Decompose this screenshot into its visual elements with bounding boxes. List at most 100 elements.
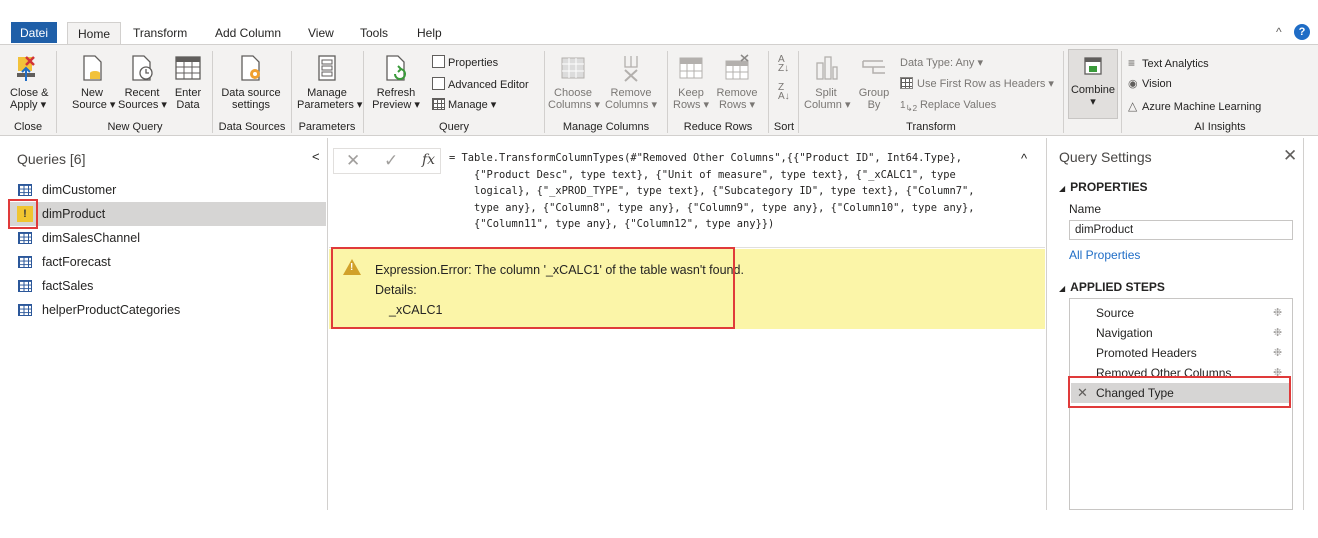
data-type-dropdown[interactable]: Data Type: Any ▾	[900, 56, 983, 69]
replace-values-button[interactable]: 1↳2 Replace Values	[900, 99, 996, 113]
cancel-formula-icon[interactable]: ✕	[346, 151, 360, 171]
formula-controls: ✕ ✓ fx	[333, 148, 441, 174]
group-by-label-2: By	[867, 99, 881, 111]
remove-columns-button[interactable]: Remove Columns ▾	[604, 53, 658, 111]
replace-values-icon: 1↳2	[900, 100, 918, 113]
table-header-icon	[900, 77, 913, 89]
properties-button[interactable]: Properties	[432, 55, 498, 69]
data-source-settings-icon	[241, 55, 260, 81]
gear-icon[interactable]: ❉	[1273, 343, 1282, 363]
sort-descending-icon: Z A↓	[778, 82, 790, 102]
ribbon-separator	[667, 51, 668, 133]
new-source-label-1: New	[80, 87, 103, 99]
refresh-preview-button[interactable]: Refresh Preview ▾	[368, 53, 424, 111]
tab-add-column[interactable]: Add Column	[215, 22, 281, 44]
fx-icon[interactable]: fx	[422, 152, 435, 168]
properties-icon	[432, 55, 445, 68]
data-source-settings-button[interactable]: Data source settings	[218, 53, 284, 111]
choose-columns-label-1: Choose	[554, 87, 592, 99]
help-icon[interactable]: ?	[1294, 24, 1310, 40]
tab-file[interactable]: Datei	[11, 22, 57, 43]
query-item-dimsaleschannel[interactable]: dimSalesChannel	[10, 226, 326, 250]
close-apply-label-1: Close &	[10, 87, 49, 99]
properties-header[interactable]: ◢ PROPERTIES	[1059, 180, 1148, 194]
tab-help[interactable]: Help	[417, 22, 442, 44]
keep-rows-button[interactable]: Keep Rows ▾	[673, 53, 709, 111]
new-source-icon	[83, 55, 102, 81]
collapse-formula-icon[interactable]: ^	[1021, 151, 1027, 166]
step-navigation[interactable]: Navigation ❉	[1071, 323, 1291, 343]
split-column-button[interactable]: Split Column ▾	[804, 53, 850, 111]
query-item-factforecast[interactable]: factForecast	[10, 250, 326, 274]
queries-pane: Queries [6] < dimCustomer ! dimProduct d…	[0, 138, 328, 510]
query-name-input[interactable]	[1069, 220, 1293, 240]
table-icon	[18, 232, 32, 244]
step-promoted-headers[interactable]: Promoted Headers ❉	[1071, 343, 1291, 363]
vision-button[interactable]: ◉ Vision	[1128, 77, 1172, 90]
azure-ml-button[interactable]: △ Azure Machine Learning	[1128, 99, 1261, 113]
advanced-editor-button[interactable]: Advanced Editor	[432, 77, 529, 91]
enter-data-label-2: Data	[176, 99, 200, 111]
applied-steps-header[interactable]: ◢ APPLIED STEPS	[1059, 280, 1165, 294]
recent-sources-label-1: Recent	[124, 87, 160, 99]
choose-columns-icon	[561, 57, 585, 79]
query-item-dimcustomer[interactable]: dimCustomer	[10, 178, 326, 202]
collapse-queries-icon[interactable]: <	[312, 149, 320, 164]
step-name: Source	[1096, 306, 1135, 320]
manage-label: Manage ▾	[448, 99, 497, 111]
ribbon-separator	[212, 51, 213, 133]
choose-columns-button[interactable]: Choose Columns ▾	[548, 53, 600, 111]
vision-label: Vision	[1142, 78, 1172, 90]
close-apply-label-2: Apply ▾	[10, 99, 47, 111]
combine-label: Combine	[1070, 84, 1116, 96]
refresh-preview-label-2: Preview ▾	[372, 99, 420, 111]
ribbon-separator	[798, 51, 799, 133]
manage-button[interactable]: Manage ▾	[432, 98, 496, 111]
recent-sources-button[interactable]: Recent Sources ▾	[118, 53, 167, 111]
use-first-row-headers-label: Use First Row as Headers ▾	[917, 78, 1054, 90]
sort-ascending-button[interactable]: A Z↓	[778, 55, 789, 74]
group-by-button[interactable]: Group By	[854, 53, 894, 111]
keep-rows-label-1: Keep	[678, 87, 704, 99]
keep-rows-icon	[679, 57, 703, 79]
query-name: dimProduct	[42, 207, 106, 221]
enter-data-button[interactable]: Enter Data	[172, 53, 204, 111]
query-item-factsales[interactable]: factSales	[10, 274, 326, 298]
data-type-label: Data Type: Any ▾	[900, 57, 983, 69]
manage-parameters-icon	[318, 55, 336, 81]
tab-tools[interactable]: Tools	[360, 22, 388, 44]
step-name: Navigation	[1096, 326, 1153, 340]
formula-input[interactable]: = Table.TransformColumnTypes(#"Removed O…	[449, 150, 1009, 233]
text-analytics-button[interactable]: ≡ Text Analytics	[1128, 56, 1209, 70]
manage-parameters-label-2: Parameters ▾	[297, 99, 363, 111]
commit-formula-icon[interactable]: ✓	[384, 151, 398, 171]
group-label-reduce-rows: Reduce Rows	[683, 121, 753, 133]
combine-button[interactable]: Combine ▾	[1068, 49, 1118, 119]
manage-icon	[432, 98, 445, 110]
tab-transform[interactable]: Transform	[133, 22, 187, 44]
formula-bar: ✕ ✓ fx = Table.TransformColumnTypes(#"Re…	[329, 138, 1045, 248]
new-source-button[interactable]: New Source ▾	[72, 53, 115, 111]
gear-icon[interactable]: ❉	[1273, 323, 1282, 343]
close-icon[interactable]: ✕	[1283, 146, 1297, 166]
query-item-dimproduct[interactable]: ! dimProduct	[10, 202, 326, 226]
chevron-up-icon[interactable]: ^	[1276, 25, 1282, 39]
table-icon	[18, 304, 32, 316]
gear-icon[interactable]: ❉	[1273, 303, 1282, 323]
query-item-helperproductcategories[interactable]: helperProductCategories	[10, 298, 326, 322]
tab-home[interactable]: Home	[67, 22, 122, 44]
use-first-row-headers-button[interactable]: Use First Row as Headers ▾	[900, 77, 1054, 90]
sort-descending-button[interactable]: Z A↓	[778, 82, 790, 102]
ribbon-separator	[544, 51, 545, 133]
all-properties-link[interactable]: All Properties	[1069, 248, 1140, 262]
manage-parameters-button[interactable]: Manage Parameters ▾	[297, 53, 363, 111]
enter-data-icon	[175, 56, 201, 80]
flask-icon: △	[1128, 99, 1138, 113]
remove-rows-icon	[725, 54, 749, 80]
close-apply-button[interactable]: Close & Apply ▾	[10, 53, 49, 111]
remove-rows-button[interactable]: Remove Rows ▾	[715, 53, 759, 111]
tab-view[interactable]: View	[308, 22, 334, 44]
step-source[interactable]: Source ❉	[1071, 303, 1291, 323]
error-highlight-box	[331, 247, 735, 329]
remove-columns-icon	[624, 56, 638, 82]
